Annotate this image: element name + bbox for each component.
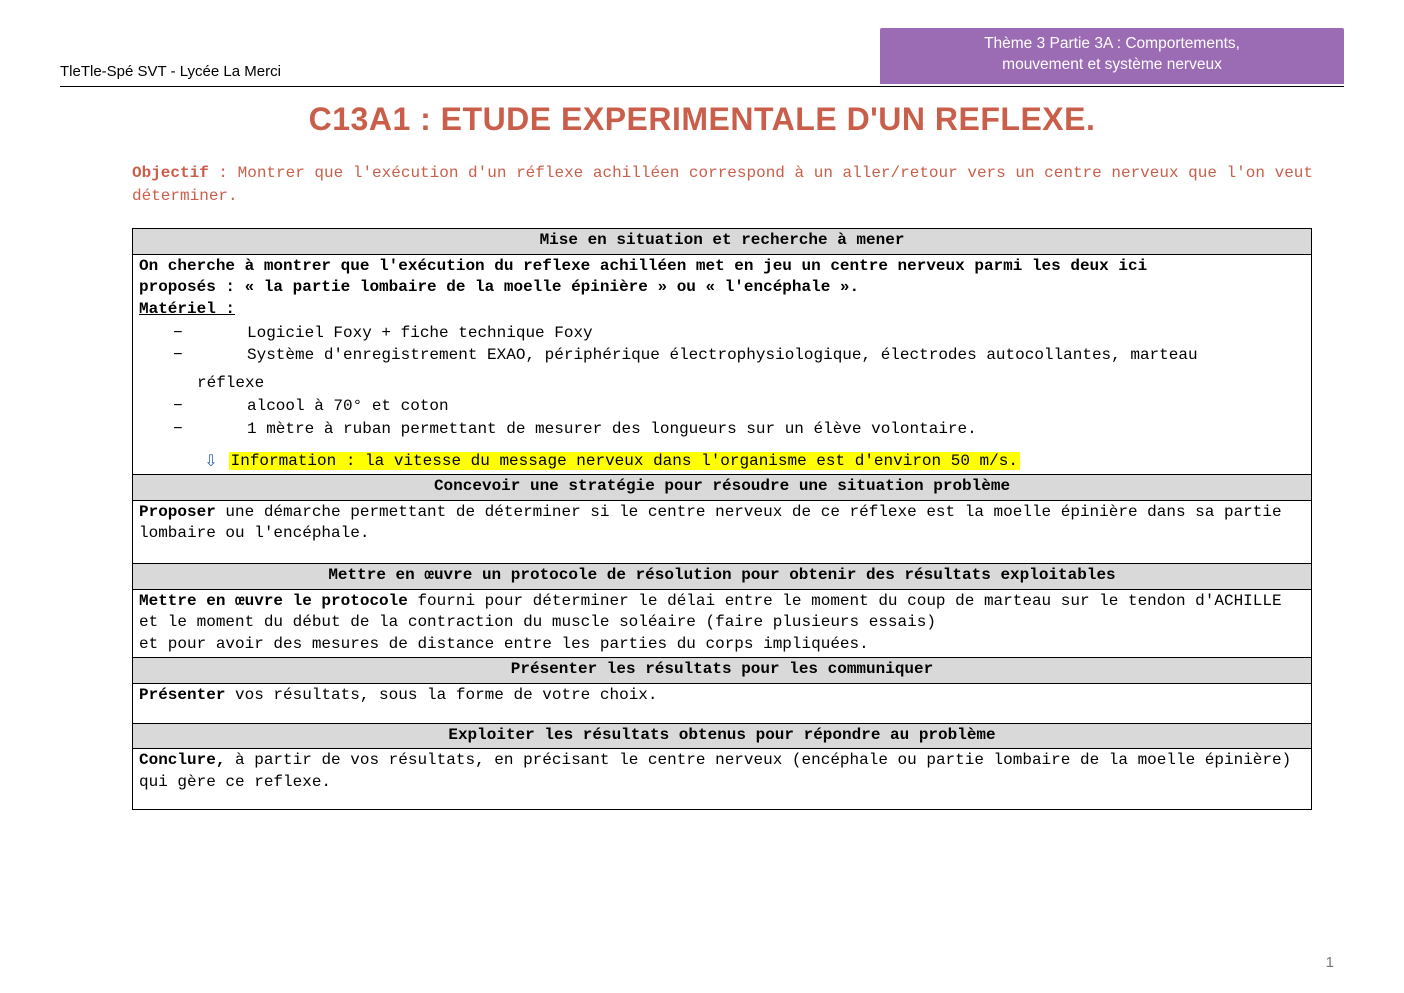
materiel-item-2-cont: réflexe — [139, 373, 1305, 395]
materiel-item-3: alcool à 70° et coton — [167, 396, 1305, 418]
objectif-text: : Montrer que l'exécution d'un réflexe a… — [132, 164, 1313, 205]
section-concevoir-body: Proposer une démarche permettant de déte… — [133, 500, 1312, 563]
information-highlight: Information : la vitesse du message nerv… — [229, 452, 1020, 470]
concevoir-text: une démarche permettant de déterminer si… — [139, 503, 1282, 543]
mise-intro-line1: On cherche à montrer que l'exécution du … — [139, 257, 1147, 275]
section-mise-body: On cherche à montrer que l'exécution du … — [133, 254, 1312, 474]
header-theme-box: Thème 3 Partie 3A : Comportements, mouve… — [880, 28, 1344, 84]
presenter-text: vos résultats, sous la forme de votre ch… — [225, 686, 657, 704]
document-title: C13A1 : ETUDE EXPERIMENTALE D'UN REFLEXE… — [60, 101, 1344, 138]
mise-intro-line2: proposés : « la partie lombaire de la mo… — [139, 278, 859, 296]
section-mettre-header: Mettre en œuvre un protocole de résoluti… — [133, 563, 1312, 589]
header-theme-line1: Thème 3 Partie 3A : Comportements, — [984, 35, 1240, 52]
information-row: Information : la vitesse du message nerv… — [203, 451, 1305, 473]
section-presenter-header: Présenter les résultats pour les communi… — [133, 658, 1312, 684]
objectif-label: Objectif — [132, 164, 209, 182]
section-exploiter-body: Conclure, à partir de vos résultats, en … — [133, 749, 1312, 810]
header-theme-line2: mouvement et système nerveux — [1002, 56, 1222, 73]
mettre-text2: et pour avoir des mesures de distance en… — [139, 635, 869, 653]
section-concevoir-header: Concevoir une stratégie pour résoudre un… — [133, 475, 1312, 501]
materiel-item-2: Système d'enregistrement EXAO, périphéri… — [167, 345, 1305, 367]
section-presenter-body: Présenter vos résultats, sous la forme d… — [133, 683, 1312, 723]
exploiter-bold: Conclure, — [139, 751, 225, 769]
section-mettre-body: Mettre en œuvre le protocole fourni pour… — [133, 589, 1312, 658]
concevoir-bold: Proposer — [139, 503, 216, 521]
header-rule — [60, 86, 1344, 87]
header-left: TleTle-Spé SVT - Lycée La Merci — [60, 63, 880, 84]
page-number: 1 — [1326, 954, 1334, 971]
materiel-item-4: 1 mètre à ruban permettant de mesurer de… — [167, 419, 1305, 441]
presenter-bold: Présenter — [139, 686, 225, 704]
section-mise-header: Mise en situation et recherche à mener — [133, 229, 1312, 255]
arrow-down-icon — [203, 451, 219, 473]
objectif-paragraph: Objectif : Montrer que l'exécution d'un … — [132, 162, 1332, 208]
materiel-item-1: Logiciel Foxy + fiche technique Foxy — [167, 323, 1305, 345]
materiel-list-cont: alcool à 70° et coton 1 mètre à ruban pe… — [167, 396, 1305, 440]
page-header: TleTle-Spé SVT - Lycée La Merci Thème 3 … — [60, 28, 1344, 84]
materiel-label: Matériel : — [139, 299, 1305, 321]
exploiter-text: à partir de vos résultats, en précisant … — [139, 751, 1291, 791]
materiel-list: Logiciel Foxy + fiche technique Foxy Sys… — [167, 323, 1305, 367]
main-table: Mise en situation et recherche à mener O… — [132, 228, 1312, 810]
section-exploiter-header: Exploiter les résultats obtenus pour rép… — [133, 723, 1312, 749]
mettre-bold: Mettre en œuvre le protocole — [139, 592, 408, 610]
